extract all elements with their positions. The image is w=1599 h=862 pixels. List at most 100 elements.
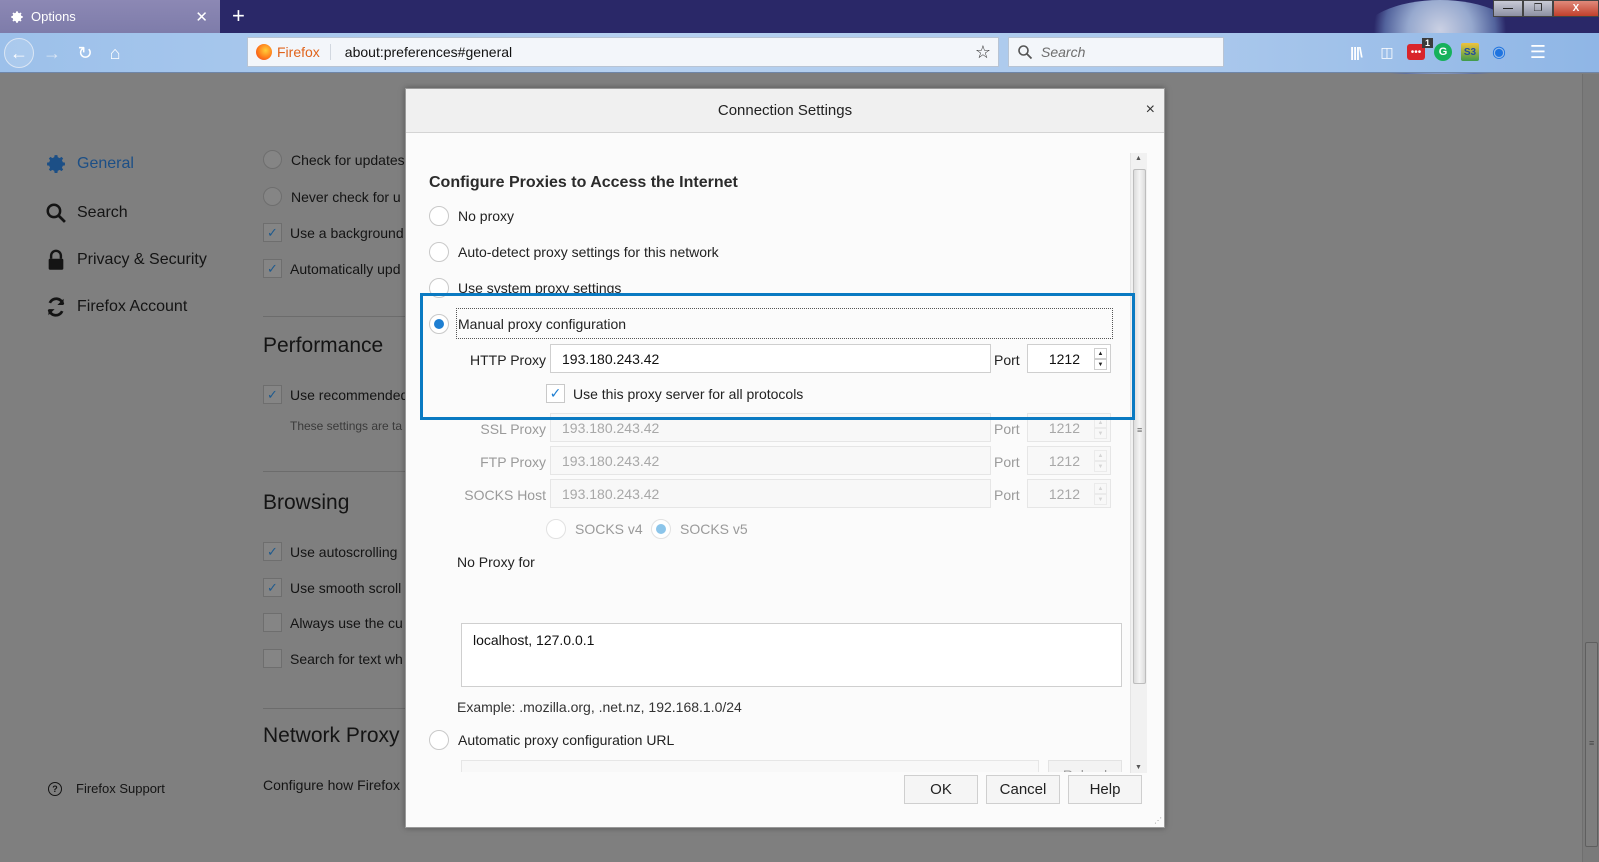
radio-system-proxy[interactable]: Use system proxy settings <box>429 278 621 298</box>
radio[interactable] <box>263 187 282 206</box>
search-bar[interactable]: Search <box>1008 37 1224 67</box>
radio[interactable] <box>546 519 566 539</box>
back-button[interactable]: ← <box>4 38 34 68</box>
firefox-support-link[interactable]: ? Firefox Support <box>48 781 165 796</box>
stepper-down-icon[interactable]: ▼ <box>1094 359 1107 370</box>
eye-extension-icon[interactable]: ◉ <box>1488 41 1510 63</box>
checkbox-use-for-all[interactable]: ✓ Use this proxy server for all protocols <box>546 384 803 403</box>
extension-icon[interactable]: ••• 1 <box>1407 38 1433 60</box>
checkbox[interactable]: ✓ <box>263 578 282 597</box>
radio-no-proxy[interactable]: No proxy <box>429 206 514 226</box>
firefox-logo-icon <box>256 44 272 60</box>
checkbox[interactable]: ✓ <box>546 384 565 403</box>
pref-background-service[interactable]: ✓ Use a background <box>263 223 413 242</box>
radio[interactable] <box>429 314 449 334</box>
tab-options[interactable]: Options ✕ <box>0 0 220 33</box>
scroll-down-icon[interactable]: ▼ <box>1135 764 1142 771</box>
pref-auto-update[interactable]: ✓ Automatically upd <box>263 259 413 278</box>
dialog-scrollbar[interactable]: ▲ ≡ ▼ <box>1130 153 1147 773</box>
pref-smooth-scrolling[interactable]: ✓ Use smooth scroll <box>263 578 413 597</box>
pref-check-updates[interactable]: Check for updates <box>263 150 413 169</box>
arrow-left-icon: ← <box>10 42 28 63</box>
sidebar-item-privacy[interactable]: Privacy & Security <box>44 248 207 272</box>
http-proxy-input[interactable]: 193.180.243.42 <box>550 344 991 373</box>
stepper-up-icon[interactable]: ▲ <box>1094 483 1107 494</box>
dialog-scrollbar-thumb[interactable]: ≡ <box>1133 169 1146 684</box>
port-stepper[interactable]: ▲ ▼ <box>1094 348 1107 370</box>
ftp-port-input[interactable]: 1212 ▲ ▼ <box>1027 446 1111 475</box>
stepper-up-icon[interactable]: ▲ <box>1094 348 1107 359</box>
bookmark-star-icon[interactable]: ☆ <box>975 42 991 63</box>
home-button[interactable]: ⌂ <box>100 38 130 68</box>
scroll-up-icon[interactable]: ▲ <box>1135 155 1142 162</box>
radio[interactable] <box>429 206 449 226</box>
radio[interactable] <box>651 519 671 539</box>
port-stepper[interactable]: ▲ ▼ <box>1094 483 1107 505</box>
sidebar-item-general[interactable]: General <box>44 152 134 176</box>
radio[interactable] <box>429 278 449 298</box>
auto-config-url-input[interactable] <box>461 760 1039 772</box>
ok-button[interactable]: OK <box>904 775 978 804</box>
close-dialog-icon[interactable]: × <box>1146 101 1155 119</box>
radio[interactable] <box>429 242 449 262</box>
reload-button[interactable]: Reload <box>1048 760 1122 772</box>
url-text[interactable]: about:preferences#general <box>345 44 512 60</box>
reload-button[interactable]: ↻ <box>70 38 100 68</box>
radio-auto-config-url[interactable]: Automatic proxy configuration URL <box>429 730 674 750</box>
radio-socks-v4[interactable]: SOCKS v4 <box>546 519 643 539</box>
http-port-input[interactable]: 1212 ▲ ▼ <box>1027 344 1111 373</box>
stepper-down-icon[interactable]: ▼ <box>1094 494 1107 505</box>
ssl-port-input[interactable]: 1212 ▲ ▼ <box>1027 413 1111 442</box>
page-scrollbar[interactable]: ≡ <box>1582 74 1599 862</box>
port-stepper[interactable]: ▲ ▼ <box>1094 450 1107 472</box>
pref-cursor-keys[interactable]: Always use the cu <box>263 613 413 632</box>
resize-grip-icon[interactable]: ⋰ <box>1154 816 1162 825</box>
ssl-proxy-input[interactable]: 193.180.243.42 <box>550 413 991 442</box>
forward-button[interactable]: → <box>37 38 67 68</box>
stepper-up-icon[interactable]: ▲ <box>1094 450 1107 461</box>
stepper-up-icon[interactable]: ▲ <box>1094 417 1107 428</box>
ftp-proxy-input[interactable]: 193.180.243.42 <box>550 446 991 475</box>
library-icon[interactable]: |||\ <box>1345 41 1367 63</box>
stepper-down-icon[interactable]: ▼ <box>1094 461 1107 472</box>
checkbox[interactable] <box>263 649 282 668</box>
ssl-port-label: Port <box>994 421 1020 437</box>
radio-auto-detect[interactable]: Auto-detect proxy settings for this netw… <box>429 242 719 262</box>
close-window-button[interactable]: X <box>1553 0 1599 17</box>
sidebar-item-search[interactable]: Search <box>44 201 128 225</box>
sidebar-item-firefox-account[interactable]: Firefox Account <box>44 295 187 319</box>
url-bar[interactable]: Firefox about:preferences#general ☆ <box>247 37 999 67</box>
close-tab-icon[interactable]: ✕ <box>195 8 208 26</box>
checkbox[interactable]: ✓ <box>263 259 282 278</box>
maximize-button[interactable]: ❐ <box>1523 0 1553 17</box>
radio-manual-proxy[interactable]: Manual proxy configuration <box>429 314 626 334</box>
pref-recommended-performance[interactable]: ✓ Use recommended <box>263 385 413 404</box>
s3-extension-icon[interactable]: S3 <box>1461 43 1479 61</box>
checkbox[interactable]: ✓ <box>263 542 282 561</box>
toolbar-icons: |||\ ◫ ••• 1 G S3 ◉ ☰ <box>1345 38 1549 63</box>
minimize-button[interactable]: — <box>1493 0 1523 17</box>
pref-autoscrolling[interactable]: ✓ Use autoscrolling <box>263 542 413 561</box>
menu-icon[interactable]: ☰ <box>1527 41 1549 63</box>
socks-host-input[interactable]: 193.180.243.42 <box>550 479 991 508</box>
cancel-button[interactable]: Cancel <box>986 775 1060 804</box>
help-button[interactable]: Help <box>1068 775 1142 804</box>
grammarly-icon[interactable]: G <box>1434 43 1452 61</box>
radio-socks-v5[interactable]: SOCKS v5 <box>651 519 748 539</box>
socks-port-input[interactable]: 1212 ▲ ▼ <box>1027 479 1111 508</box>
radio[interactable] <box>263 150 282 169</box>
page-scrollbar-thumb[interactable]: ≡ <box>1585 642 1598 847</box>
dialog-titlebar: Connection Settings × <box>406 89 1164 133</box>
port-stepper[interactable]: ▲ ▼ <box>1094 417 1107 439</box>
new-tab-button[interactable]: + <box>232 3 245 29</box>
stepper-down-icon[interactable]: ▼ <box>1094 428 1107 439</box>
checkbox[interactable]: ✓ <box>263 385 282 404</box>
no-proxy-textarea[interactable]: localhost, 127.0.0.1 <box>461 623 1122 687</box>
pref-never-check[interactable]: Never check for u <box>263 187 413 206</box>
checkbox[interactable]: ✓ <box>263 223 282 242</box>
pref-search-typing[interactable]: Search for text wh <box>263 649 413 668</box>
checkbox[interactable] <box>263 613 282 632</box>
radio[interactable] <box>429 730 449 750</box>
section-divider <box>263 708 408 709</box>
sidebar-icon[interactable]: ◫ <box>1376 41 1398 63</box>
